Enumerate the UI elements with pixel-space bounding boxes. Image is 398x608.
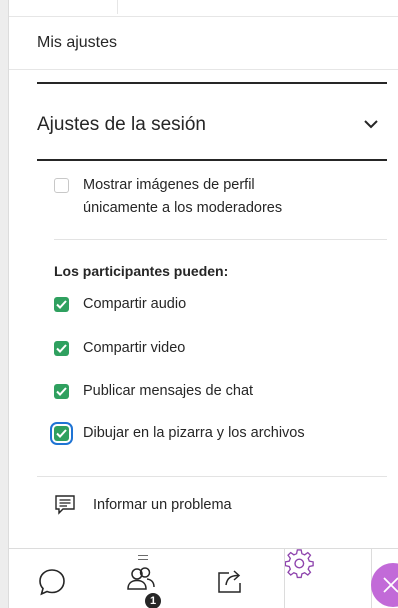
page-title: Mis ajustes bbox=[37, 34, 118, 51]
report-problem-button[interactable]: Informar un problema bbox=[54, 494, 232, 516]
options-divider bbox=[54, 239, 387, 240]
attendees-icon bbox=[127, 567, 155, 590]
report-icon bbox=[55, 495, 75, 515]
settings-button[interactable] bbox=[284, 549, 372, 608]
bottom-toolbar: 1 bbox=[9, 548, 398, 608]
show-profile-pictures-label-line2: únicamente a los moderadores bbox=[83, 200, 283, 216]
permission-whiteboard[interactable]: Dibujar en la pizarra y los archivos bbox=[50, 422, 305, 445]
chat-label: Publicar mensajes de chat bbox=[83, 383, 254, 399]
close-icon bbox=[383, 577, 398, 593]
check-icon bbox=[56, 300, 67, 309]
whiteboard-checkbox[interactable] bbox=[50, 422, 73, 445]
audio-checkbox[interactable] bbox=[54, 297, 69, 312]
chat-checkbox[interactable] bbox=[54, 384, 69, 399]
section-bottom-rule bbox=[37, 159, 387, 161]
report-label: Informar un problema bbox=[93, 497, 232, 513]
section-title: Ajustes de la sesión bbox=[37, 114, 206, 135]
close-panel-button[interactable] bbox=[371, 563, 398, 607]
top-tick bbox=[117, 0, 118, 14]
permission-video[interactable]: Compartir video bbox=[54, 340, 185, 360]
share-icon bbox=[218, 570, 241, 593]
check-icon bbox=[56, 429, 67, 438]
left-edge-panel bbox=[0, 0, 9, 608]
participants-label: Los participantes pueden: bbox=[54, 263, 229, 279]
check-icon bbox=[56, 387, 67, 396]
attendees-count-badge: 1 bbox=[145, 593, 161, 608]
settings-icon bbox=[284, 549, 314, 579]
chevron-down-icon bbox=[364, 120, 378, 129]
show-profile-pictures-option[interactable]: Mostrar imágenes de perfil únicamente a … bbox=[54, 177, 283, 220]
show-profile-pictures-checkbox[interactable] bbox=[54, 178, 69, 193]
session-settings-toggle[interactable]: Ajustes de la sesión bbox=[37, 84, 387, 159]
check-icon bbox=[56, 344, 67, 353]
whiteboard-label: Dibujar en la pizarra y los archivos bbox=[83, 425, 305, 441]
permission-audio[interactable]: Compartir audio bbox=[54, 296, 186, 316]
video-checkbox[interactable] bbox=[54, 341, 69, 356]
permission-chat[interactable]: Publicar mensajes de chat bbox=[54, 383, 253, 403]
report-divider bbox=[37, 476, 387, 477]
session-settings-panel: Ajustes de la sesión bbox=[37, 82, 387, 161]
panel-header: Mis ajustes bbox=[9, 16, 398, 70]
attendees-button[interactable] bbox=[114, 549, 174, 608]
share-button[interactable] bbox=[202, 549, 262, 608]
audio-label: Compartir audio bbox=[83, 296, 187, 312]
video-label: Compartir video bbox=[83, 340, 186, 356]
chat-icon bbox=[39, 569, 65, 596]
show-profile-pictures-label-line1: Mostrar imágenes de perfil bbox=[83, 177, 255, 193]
top-strip bbox=[9, 0, 398, 16]
chat-button[interactable] bbox=[24, 549, 84, 608]
